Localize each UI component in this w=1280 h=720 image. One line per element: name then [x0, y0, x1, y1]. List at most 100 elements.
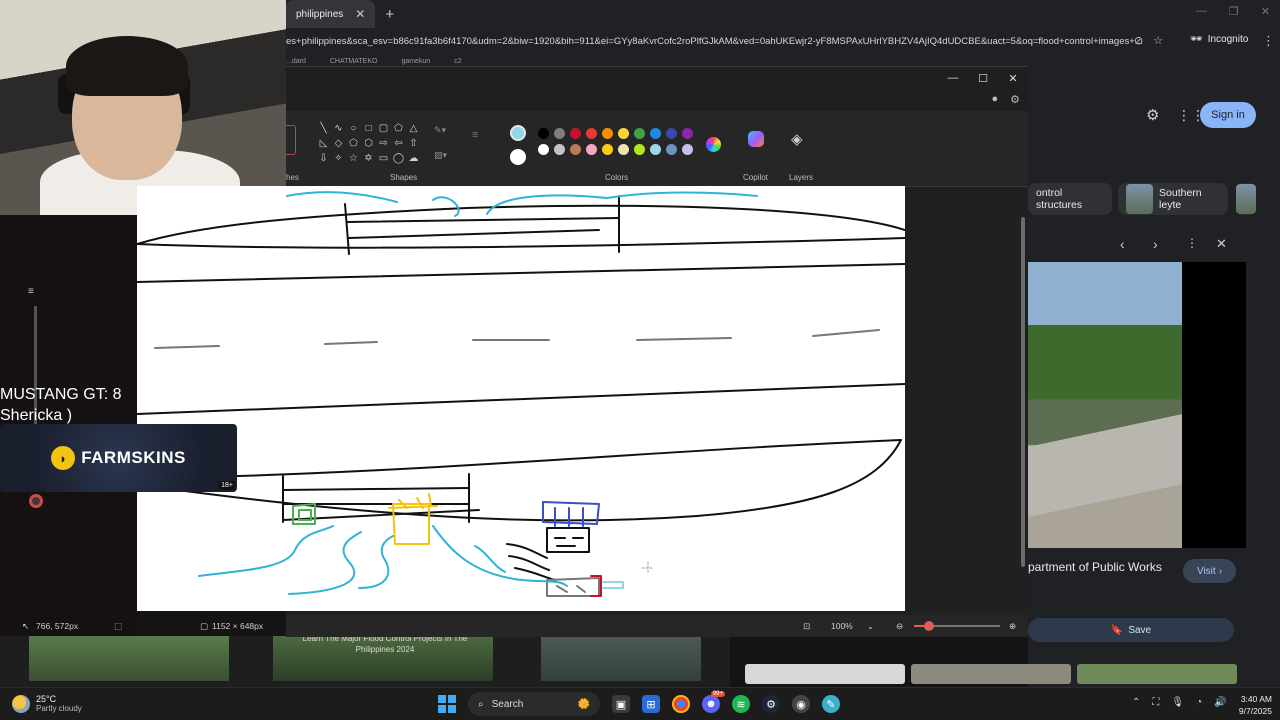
- palette-swatch[interactable]: [682, 128, 693, 139]
- browser-tab[interactable]: philippines ✕: [286, 0, 376, 28]
- palette-swatch[interactable]: [538, 144, 549, 155]
- account-icon[interactable]: ●: [991, 93, 998, 106]
- callout-rect-shape-icon[interactable]: ▭: [376, 151, 391, 166]
- close-icon[interactable]: ✕: [1261, 5, 1270, 18]
- browser-menu-icon[interactable]: ⋮: [1262, 33, 1275, 49]
- callout-oval-shape-icon[interactable]: ◯: [391, 151, 406, 166]
- five-point-star-shape-icon[interactable]: ☆: [346, 151, 361, 166]
- settings-gear-icon[interactable]: ⚙: [1146, 106, 1159, 124]
- zoom-in-icon[interactable]: ⊕: [1009, 621, 1016, 632]
- taskbar-search[interactable]: ⌕ Search 🌼: [468, 692, 600, 716]
- diamond-shape-icon[interactable]: ◇: [331, 136, 346, 151]
- color-2-swatch[interactable]: [510, 149, 526, 165]
- incognito-indicator[interactable]: 🕶 Incognito: [1190, 34, 1248, 45]
- left-arrow-shape-icon[interactable]: ⇦: [391, 136, 406, 151]
- palette-swatch[interactable]: [602, 144, 613, 155]
- palette-swatch[interactable]: [602, 128, 613, 139]
- previous-image-icon[interactable]: ‹: [1120, 236, 1125, 252]
- four-point-star-shape-icon[interactable]: ✧: [331, 151, 346, 166]
- palette-swatch[interactable]: [682, 144, 693, 155]
- obs-icon[interactable]: ◉: [792, 695, 810, 713]
- bookmark-star-icon[interactable]: ☆: [1153, 34, 1163, 47]
- volume-icon[interactable]: 🔊: [1214, 697, 1226, 708]
- drawing-canvas[interactable]: [137, 186, 905, 611]
- palette-swatch[interactable]: [586, 144, 597, 155]
- close-icon[interactable]: ✕: [998, 67, 1028, 89]
- oval-shape-icon[interactable]: ○: [346, 121, 361, 136]
- size-icon[interactable]: ≡: [472, 129, 478, 141]
- line-shape-icon[interactable]: ╲: [316, 121, 331, 136]
- fill-icon[interactable]: ▨▾: [434, 150, 447, 161]
- chrome-icon[interactable]: [672, 695, 690, 713]
- zoom-out-icon[interactable]: ⊖: [896, 621, 903, 632]
- vertical-scrollbar[interactable]: [1020, 187, 1026, 615]
- palette-swatch[interactable]: [554, 144, 565, 155]
- discord-icon[interactable]: ☻ 99+: [702, 691, 725, 713]
- start-button[interactable]: [438, 695, 456, 713]
- palette-swatch[interactable]: [650, 144, 661, 155]
- rectangle-shape-icon[interactable]: □: [361, 121, 376, 136]
- more-options-icon[interactable]: ⋮: [1186, 236, 1198, 250]
- next-image-icon[interactable]: ›: [1153, 236, 1158, 252]
- clock[interactable]: 3:40 AM 9/7/2025: [1228, 693, 1272, 717]
- hexagon-shape-icon[interactable]: ⬡: [361, 136, 376, 151]
- zoom-dropdown-icon[interactable]: ⌄: [867, 621, 874, 632]
- pentagon-shape-icon[interactable]: ⬠: [346, 136, 361, 151]
- bookmark-item[interactable]: gamekun: [401, 58, 430, 65]
- palette-swatch[interactable]: [650, 128, 661, 139]
- filter-chip-more[interactable]: [1236, 183, 1256, 215]
- zoom-level[interactable]: 100%: [831, 621, 853, 631]
- chevron-up-icon[interactable]: ⌃: [1132, 697, 1140, 708]
- palette-swatch[interactable]: [570, 128, 581, 139]
- restore-icon[interactable]: ❐: [1229, 5, 1239, 18]
- bookmark-item[interactable]: ...dard: [286, 58, 306, 65]
- polygon-shape-icon[interactable]: ⬠: [391, 121, 406, 136]
- spotify-icon[interactable]: ≋: [732, 695, 750, 713]
- sign-in-button[interactable]: Sign in: [1200, 102, 1256, 128]
- scrollbar-thumb[interactable]: [1021, 217, 1025, 567]
- six-point-star-shape-icon[interactable]: ✡: [361, 151, 376, 166]
- edit-colors-icon[interactable]: [706, 137, 721, 152]
- right-triangle-shape-icon[interactable]: ◺: [316, 136, 331, 151]
- close-tab-icon[interactable]: ✕: [355, 7, 365, 21]
- palette-swatch[interactable]: [618, 128, 629, 139]
- related-thumbnail[interactable]: [745, 664, 905, 684]
- related-thumbnail[interactable]: [911, 664, 1071, 684]
- image-source-title[interactable]: partment of Public Works: [1028, 560, 1162, 574]
- palette-swatch[interactable]: [570, 144, 581, 155]
- palette-swatch[interactable]: [538, 128, 549, 139]
- brushes-tool[interactable]: [286, 125, 296, 155]
- task-view-icon[interactable]: ▣: [612, 695, 630, 713]
- result-thumbnail[interactable]: [541, 636, 701, 681]
- maximize-icon[interactable]: ☐: [968, 67, 998, 89]
- palette-swatch[interactable]: [586, 128, 597, 139]
- network-icon[interactable]: ⛶: [1152, 697, 1159, 708]
- palette-swatch[interactable]: [666, 128, 677, 139]
- triangle-shape-icon[interactable]: △: [406, 121, 421, 136]
- filter-chip-southern-leyte[interactable]: Southern leyte: [1118, 183, 1228, 215]
- store-icon[interactable]: ⊞: [642, 695, 660, 713]
- up-arrow-shape-icon[interactable]: ⇧: [406, 136, 421, 151]
- microphone-icon[interactable]: 🎙: [1171, 697, 1184, 708]
- minimize-icon[interactable]: —: [938, 67, 968, 89]
- close-preview-icon[interactable]: ✕: [1216, 236, 1227, 252]
- filter-chip-control-structures[interactable]: ontrol structures: [1028, 183, 1112, 215]
- eye-off-icon[interactable]: ⊘: [1134, 34, 1143, 47]
- down-arrow-shape-icon[interactable]: ⇩: [316, 151, 331, 166]
- palette-swatch[interactable]: [666, 144, 677, 155]
- minimize-icon[interactable]: —: [1196, 5, 1207, 18]
- settings-gear-icon[interactable]: ⚙: [1010, 93, 1020, 106]
- color-1-swatch[interactable]: [510, 125, 526, 141]
- palette-swatch[interactable]: [634, 128, 645, 139]
- palette-swatch[interactable]: [634, 144, 645, 155]
- outline-icon[interactable]: ✎▾: [434, 125, 447, 136]
- new-tab-icon[interactable]: +: [385, 6, 394, 23]
- related-thumbnail[interactable]: [1077, 664, 1237, 684]
- bookmark-item[interactable]: c2: [454, 58, 461, 65]
- weather-widget[interactable]: 25°C Partly cloudy: [12, 694, 82, 713]
- wifi-icon[interactable]: ◔: [1196, 697, 1202, 708]
- result-thumbnail[interactable]: [29, 636, 229, 681]
- paint-icon[interactable]: ✎: [822, 695, 840, 713]
- palette-swatch[interactable]: [618, 144, 629, 155]
- zoom-slider-thumb[interactable]: [924, 621, 934, 631]
